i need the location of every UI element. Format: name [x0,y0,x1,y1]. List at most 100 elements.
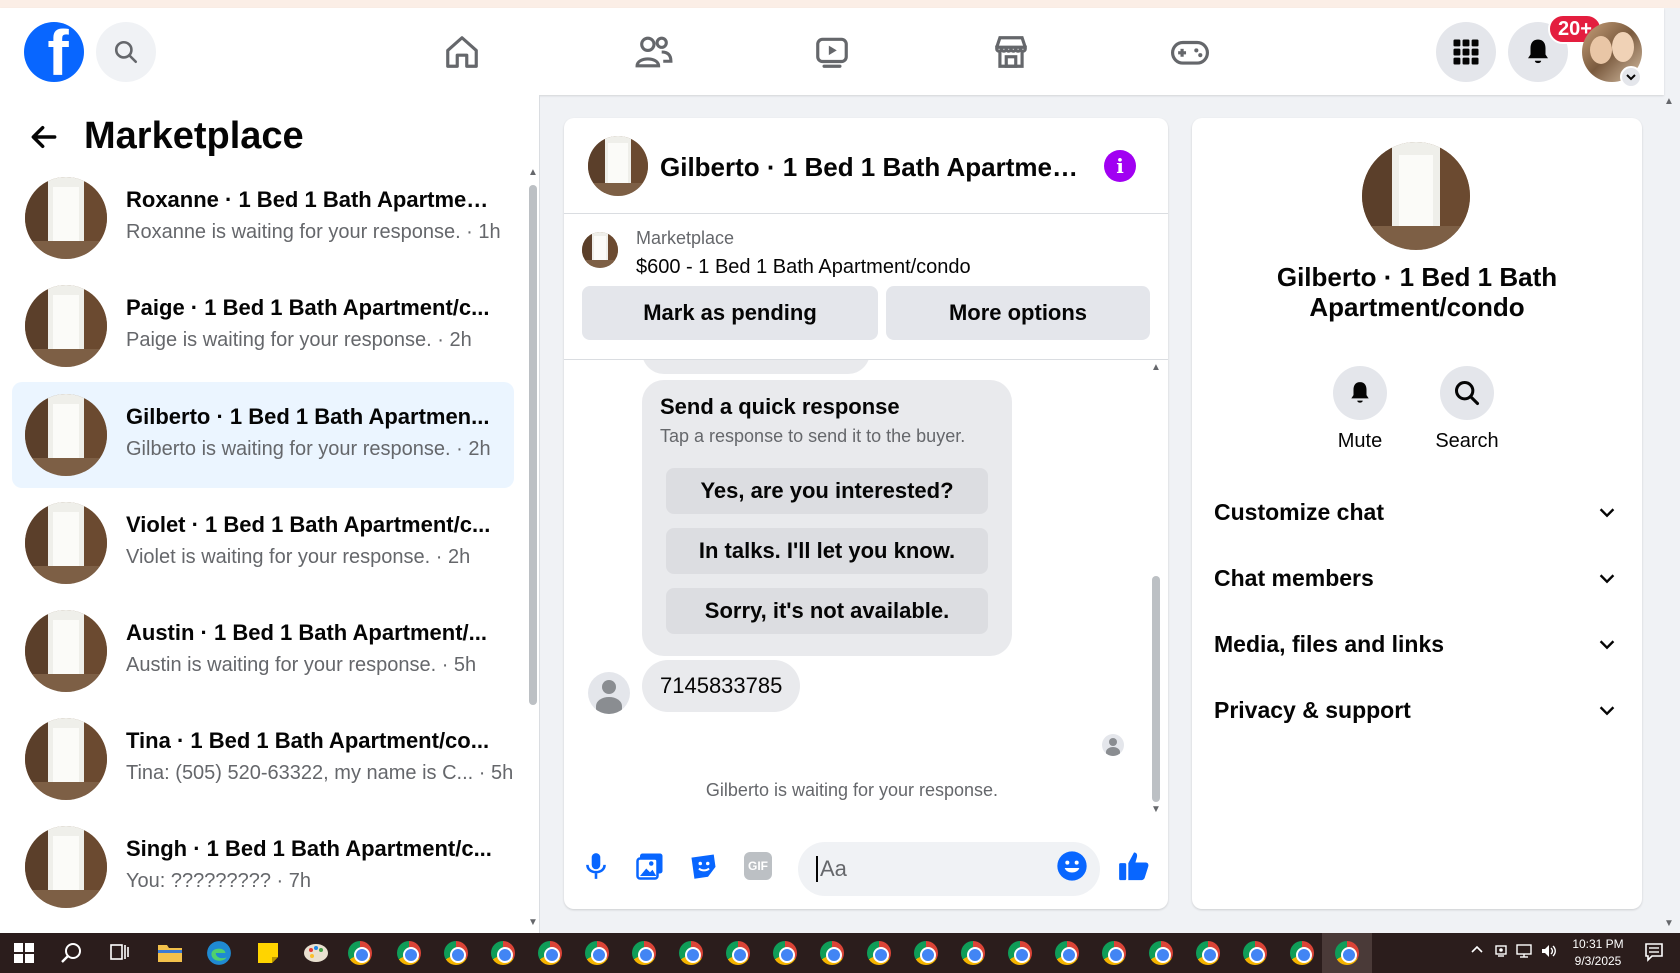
conversation-item[interactable]: Singh · 1 Bed 1 Bath Apartment/c... You:… [12,814,514,920]
attach-photo-button[interactable] [632,848,668,884]
photo-icon [636,853,663,880]
voice-clip-button[interactable] [578,848,614,884]
nav-friends[interactable] [630,28,678,76]
info-icon[interactable]: i [1104,150,1136,182]
search-button[interactable] [96,22,156,82]
task-view[interactable] [104,937,136,969]
conversation-item-active[interactable]: Gilberto · 1 Bed 1 Bath Apartmen... Gilb… [12,382,514,488]
like-button[interactable] [1116,848,1152,884]
conversation-name: Violet · 1 Bed 1 Bath Apartment/c... [126,512,491,537]
chrome-window[interactable] [581,937,613,969]
facebook-logo[interactable]: f [24,22,84,82]
chrome-window[interactable] [344,937,376,969]
page-scroll-down-arrow[interactable]: ▼ [1664,918,1674,929]
chrome-window[interactable] [487,937,519,969]
tray-overflow-icon[interactable] [1470,943,1484,960]
listing-mini-thumbnail[interactable] [582,232,618,268]
home-icon [446,36,478,68]
chrome-window[interactable] [440,937,472,969]
scroll-up-arrow[interactable]: ▲ [528,167,538,178]
chrome-window[interactable] [1286,937,1318,969]
chrome-window[interactable] [769,937,801,969]
sticky-notes[interactable] [252,937,284,969]
buyer-avatar[interactable] [588,672,630,714]
message-bubble[interactable]: 7145833785 [642,660,801,712]
edge-browser[interactable] [203,937,235,969]
chrome-window[interactable] [393,937,425,969]
chrome-window[interactable] [1004,937,1036,969]
conversation-item[interactable]: Austin · 1 Bed 1 Bath Apartment/... Aust… [12,598,514,704]
conversation-name: Roxanne · 1 Bed 1 Bath Apartmen... [126,187,496,212]
gif-button[interactable]: GIF [740,848,776,884]
customize-chat-section[interactable]: Customize chat [1214,492,1618,532]
nav-gaming[interactable] [1166,28,1214,76]
chat-title[interactable]: Gilberto · 1 Bed 1 Bath Apartment/... [660,152,1080,183]
nav-marketplace[interactable] [987,28,1035,76]
quick-response-option[interactable]: In talks. I'll let you know. [666,528,988,574]
chat-members-section[interactable]: Chat members [1214,558,1618,598]
sidebar-scrollbar[interactable] [529,185,537,705]
nav-watch[interactable] [808,28,856,76]
scroll-down-arrow[interactable]: ▼ [1151,804,1161,815]
listing-thumbnail [25,285,107,367]
back-arrow-icon[interactable] [28,121,60,153]
search-in-conversation-button[interactable]: Search [1422,366,1512,453]
marketplace-icon [995,36,1027,68]
details-listing-photo[interactable] [1362,142,1470,250]
chrome-window[interactable] [863,937,895,969]
chrome-window[interactable] [534,937,566,969]
chat-scrollbar[interactable] [1152,576,1160,802]
mute-label: Mute [1337,430,1383,452]
account-menu-chevron[interactable] [1620,66,1642,88]
chrome-window[interactable] [1145,937,1177,969]
more-options-button[interactable]: More options [886,286,1150,340]
scroll-down-arrow[interactable]: ▼ [528,917,538,928]
listing-title[interactable]: $600 - 1 Bed 1 Bath Apartment/condo [636,256,971,279]
taskbar-search[interactable] [56,937,88,969]
media-files-links-section[interactable]: Media, files and links [1214,624,1618,664]
nav-home[interactable] [438,28,486,76]
quick-response-option[interactable]: Sorry, it's not available. [666,588,988,634]
chrome-window[interactable] [722,937,754,969]
quick-response-option[interactable]: Yes, are you interested? [666,468,988,514]
chrome-window[interactable] [628,937,660,969]
emoji-button[interactable] [1054,848,1090,884]
chrome-window-active[interactable] [1331,937,1363,969]
privacy-support-section[interactable]: Privacy & support [1214,690,1618,730]
meet-now-icon[interactable] [1494,943,1510,962]
chrome-icon [491,941,515,965]
conversation-name: Austin · 1 Bed 1 Bath Apartment/... [126,620,488,645]
chrome-window[interactable] [675,937,707,969]
chrome-window[interactable] [910,937,942,969]
chrome-window[interactable] [1051,937,1083,969]
conversation-item[interactable]: Roxanne · 1 Bed 1 Bath Apartmen... Roxan… [12,165,514,271]
conversation-preview: Paige is waiting for your response. · 2h [126,329,472,351]
paint-app[interactable] [300,937,332,969]
chrome-window[interactable] [957,937,989,969]
volume-icon[interactable] [1540,943,1558,962]
windows-logo-icon [14,943,34,963]
chrome-window[interactable] [816,937,848,969]
chrome-window[interactable] [1098,937,1130,969]
system-clock[interactable]: 10:31 PM 9/3/2025 [1562,936,1634,970]
chat-listing-thumbnail[interactable] [588,136,648,196]
page-scroll-up-arrow[interactable]: ▲ [1664,96,1674,107]
conversation-item[interactable]: Paige · 1 Bed 1 Bath Apartment/c... Paig… [12,273,514,379]
chrome-window[interactable] [1192,937,1224,969]
sticker-button[interactable] [686,848,722,884]
seen-indicator-avatar [1102,734,1124,756]
menu-button[interactable] [1436,22,1496,82]
conversation-item[interactable]: Violet · 1 Bed 1 Bath Apartment/c... Vio… [12,490,514,596]
mute-button[interactable]: Mute [1315,366,1405,453]
network-icon[interactable] [1516,943,1534,962]
chrome-icon [348,941,372,965]
file-explorer[interactable] [154,937,186,969]
notification-center-icon[interactable] [1644,942,1664,965]
details-title-line1: Gilberto · 1 Bed 1 Bath [1276,262,1558,292]
start-button[interactable] [8,937,40,969]
chrome-window[interactable] [1239,937,1271,969]
mark-as-pending-button[interactable]: Mark as pending [582,286,878,340]
scroll-up-arrow[interactable]: ▲ [1151,362,1161,373]
conversation-item[interactable]: Tina · 1 Bed 1 Bath Apartment/co... Tina… [12,706,514,812]
chrome-icon [773,941,797,965]
